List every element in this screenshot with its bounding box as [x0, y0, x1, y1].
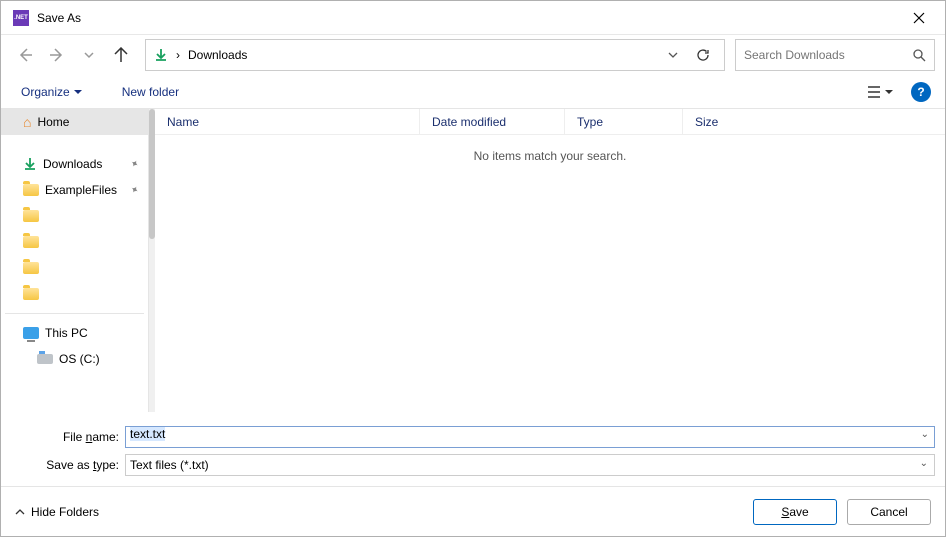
sidebar-item-examplefiles[interactable]: ExampleFiles ✦ — [1, 177, 148, 203]
download-icon — [154, 48, 168, 62]
pin-icon: ✦ — [127, 183, 140, 197]
close-icon — [913, 12, 925, 24]
column-size[interactable]: Size — [683, 109, 763, 134]
file-list-area: Name Date modified Type Size No items ma… — [155, 109, 945, 412]
sidebar-item-downloads[interactable]: Downloads ✦ — [1, 151, 148, 177]
sidebar-item-thispc[interactable]: This PC — [1, 320, 148, 346]
back-button[interactable] — [11, 41, 39, 69]
arrow-right-icon — [49, 47, 65, 63]
save-as-type-label: Save as type: — [11, 458, 125, 472]
caret-down-icon — [74, 88, 82, 96]
save-as-dialog: .NET Save As › Downloads Organize New fo… — [0, 0, 946, 537]
help-button[interactable]: ? — [911, 82, 931, 102]
address-history-button[interactable] — [668, 50, 688, 60]
column-type[interactable]: Type — [565, 109, 683, 134]
search-box[interactable] — [735, 39, 935, 71]
breadcrumb-downloads[interactable]: Downloads — [188, 48, 247, 62]
folder-icon — [23, 262, 39, 274]
refresh-icon — [696, 48, 710, 62]
list-view-icon — [867, 86, 881, 98]
chevron-down-icon: ⌄ — [920, 458, 928, 469]
filename-label: File name: — [11, 430, 125, 444]
chevron-down-icon — [84, 50, 94, 60]
recent-button[interactable] — [75, 41, 103, 69]
caret-down-icon — [885, 88, 893, 96]
refresh-button[interactable] — [696, 48, 716, 62]
window-title: Save As — [37, 11, 897, 25]
sidebar-item-home[interactable]: ⌂ Home — [1, 109, 148, 135]
search-input[interactable] — [744, 48, 913, 62]
sidebar-item-osc[interactable]: OS (C:) — [1, 346, 148, 372]
up-button[interactable] — [107, 41, 135, 69]
folder-icon — [23, 210, 39, 222]
folder-icon — [23, 184, 39, 196]
filename-input[interactable]: text.txt — [125, 426, 935, 448]
empty-message: No items match your search. — [155, 135, 945, 177]
folder-icon — [23, 288, 39, 300]
hide-folders-button[interactable]: Hide Folders — [15, 505, 99, 519]
arrow-up-icon — [113, 47, 129, 63]
toolbar: Organize New folder ? — [1, 75, 945, 109]
sidebar: ⌂ Home Downloads ✦ ExampleFiles ✦ This P… — [1, 109, 149, 412]
cancel-button[interactable]: Cancel — [847, 499, 931, 525]
close-button[interactable] — [897, 3, 941, 33]
footer: Hide Folders Save Cancel — [1, 486, 945, 536]
search-icon — [913, 49, 926, 62]
column-date[interactable]: Date modified — [420, 109, 565, 134]
column-name[interactable]: Name — [155, 109, 420, 134]
form-area: File name: text.txt ⌄ Save as type: Text… — [1, 412, 945, 486]
pin-icon: ✦ — [127, 157, 140, 171]
main-area: ⌂ Home Downloads ✦ ExampleFiles ✦ This P… — [1, 109, 945, 412]
new-folder-button[interactable]: New folder — [116, 81, 185, 103]
column-headers: Name Date modified Type Size — [155, 109, 945, 135]
forward-button[interactable] — [43, 41, 71, 69]
breadcrumb-sep: › — [176, 48, 180, 62]
sidebar-item-folder-3[interactable] — [1, 255, 148, 281]
view-options-button[interactable] — [863, 82, 897, 102]
monitor-icon — [23, 327, 39, 339]
app-icon: .NET — [13, 10, 29, 26]
sidebar-item-folder-2[interactable] — [1, 229, 148, 255]
sidebar-item-folder-4[interactable] — [1, 281, 148, 307]
nav-row: › Downloads — [1, 35, 945, 75]
folder-icon — [23, 236, 39, 248]
save-button[interactable]: Save — [753, 499, 837, 525]
arrow-left-icon — [17, 47, 33, 63]
address-bar[interactable]: › Downloads — [145, 39, 725, 71]
sidebar-item-folder-1[interactable] — [1, 203, 148, 229]
download-icon — [23, 157, 37, 171]
chevron-up-icon — [15, 507, 25, 517]
titlebar: .NET Save As — [1, 1, 945, 35]
organize-button[interactable]: Organize — [15, 81, 88, 103]
save-as-type-combo[interactable]: Text files (*.txt) ⌄ — [125, 454, 935, 476]
home-icon: ⌂ — [23, 114, 31, 130]
drive-icon — [37, 354, 53, 364]
chevron-down-icon — [668, 50, 678, 60]
